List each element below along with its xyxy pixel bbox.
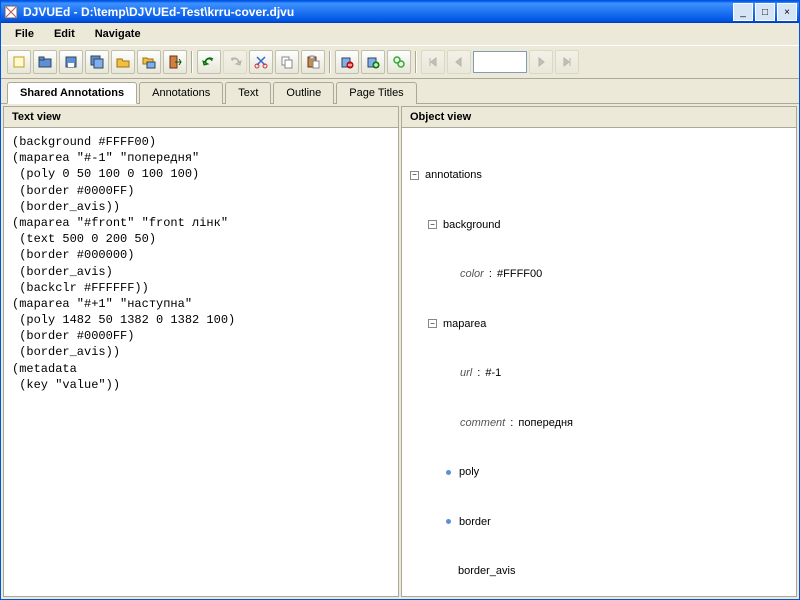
cut-button[interactable] (249, 50, 273, 74)
bullet-icon (444, 517, 453, 526)
exit-button[interactable] (163, 50, 187, 74)
save-as-button[interactable] (85, 50, 109, 74)
next-page-button[interactable] (529, 50, 553, 74)
tabbar: Shared Annotations Annotations Text Outl… (1, 79, 799, 104)
object-view-panel: Object view −annotations −background col… (401, 106, 797, 597)
close-button[interactable]: × (777, 3, 797, 21)
tree-node-border[interactable]: border (410, 514, 788, 531)
object-view-header: Object view (402, 107, 796, 128)
tab-page-titles[interactable]: Page Titles (336, 82, 416, 104)
toolbar-separator (415, 51, 417, 73)
folder-button[interactable] (111, 50, 135, 74)
menu-file[interactable]: File (7, 26, 42, 42)
toolbar-separator (329, 51, 331, 73)
object-tree[interactable]: −annotations −background color : #FFFF00… (402, 128, 796, 596)
tree-node-background[interactable]: −background (410, 217, 788, 234)
text-view-body[interactable]: (background #FFFF00) (maparea "#-1" "поп… (4, 128, 398, 596)
open-button[interactable] (33, 50, 57, 74)
prev-page-button[interactable] (447, 50, 471, 74)
new-button[interactable] (7, 50, 31, 74)
add-button[interactable] (361, 50, 385, 74)
titlebar: DJVUEd - D:\temp\DJVUEd-Test\krru-cover.… (1, 1, 799, 23)
save-button[interactable] (59, 50, 83, 74)
tab-annotations[interactable]: Annotations (139, 82, 223, 104)
expand-icon[interactable]: − (428, 319, 437, 328)
text-view-header: Text view (4, 107, 398, 128)
tree-leaf[interactable]: comment : попередня (410, 415, 788, 432)
tree-node-maparea[interactable]: −maparea (410, 316, 788, 333)
redo-button[interactable] (223, 50, 247, 74)
app-icon (3, 4, 19, 20)
menubar: File Edit Navigate (1, 23, 799, 46)
menu-edit[interactable]: Edit (46, 26, 83, 42)
menu-navigate[interactable]: Navigate (87, 26, 149, 42)
window-title: DJVUEd - D:\temp\DJVUEd-Test\krru-cover.… (23, 5, 733, 19)
copy-button[interactable] (275, 50, 299, 74)
undo-button[interactable] (197, 50, 221, 74)
minimize-button[interactable]: _ (733, 3, 753, 21)
tab-outline[interactable]: Outline (273, 82, 334, 104)
copy-folder-button[interactable] (137, 50, 161, 74)
tab-shared-annotations[interactable]: Shared Annotations (7, 82, 137, 104)
toolbar (1, 46, 799, 79)
page-input[interactable] (473, 51, 527, 73)
tree-node-poly[interactable]: poly (410, 464, 788, 481)
tree-leaf[interactable]: color : #FFFF00 (410, 266, 788, 283)
last-page-button[interactable] (555, 50, 579, 74)
tree-node-border-avis[interactable]: border_avis (410, 563, 788, 580)
link-button[interactable] (387, 50, 411, 74)
bullet-icon (444, 468, 453, 477)
tree-leaf[interactable]: url : #-1 (410, 365, 788, 382)
tree-node-annotations[interactable]: −annotations (410, 167, 788, 184)
first-page-button[interactable] (421, 50, 445, 74)
maximize-button[interactable]: □ (755, 3, 775, 21)
tab-text[interactable]: Text (225, 82, 271, 104)
expand-icon[interactable]: − (410, 171, 419, 180)
delete-button[interactable] (335, 50, 359, 74)
expand-icon[interactable]: − (428, 220, 437, 229)
paste-button[interactable] (301, 50, 325, 74)
text-view-panel: Text view (background #FFFF00) (maparea … (3, 106, 399, 597)
toolbar-separator (191, 51, 193, 73)
